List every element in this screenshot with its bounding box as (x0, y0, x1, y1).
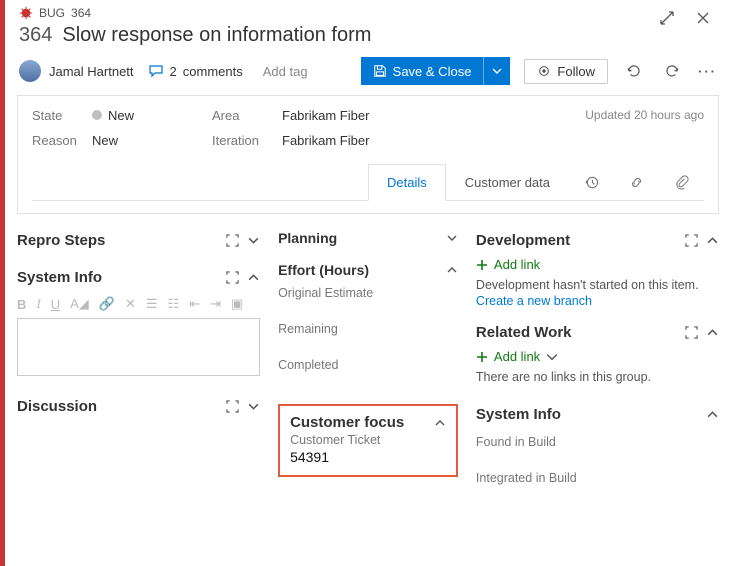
more-actions-button[interactable]: ··· (698, 64, 717, 79)
chevron-down-icon[interactable] (446, 232, 458, 244)
tab-history[interactable] (569, 164, 614, 200)
font-color-button[interactable]: A◢ (70, 296, 89, 312)
related-work-header[interactable]: Related Work (476, 320, 719, 345)
system-info-header[interactable]: System Info (17, 265, 260, 290)
comments-label: comments (183, 64, 243, 79)
breadcrumb: BUG 364 (17, 0, 719, 22)
undo-button[interactable] (660, 59, 684, 83)
work-item-id: 364 (19, 24, 52, 47)
chevron-down-icon[interactable] (247, 400, 260, 413)
close-icon[interactable] (691, 6, 715, 30)
bold-button[interactable]: B (17, 297, 26, 312)
chevron-up-icon[interactable] (247, 271, 260, 284)
chevron-up-icon[interactable] (434, 417, 446, 429)
related-add-link-button[interactable]: Add link (476, 345, 719, 368)
history-icon (584, 175, 599, 190)
remaining-field[interactable]: Remaining (278, 316, 458, 352)
tab-customer-data[interactable]: Customer data (446, 164, 569, 200)
area-label: Area (212, 108, 282, 123)
save-label: Save & Close (393, 64, 472, 79)
system-info-editor[interactable] (17, 318, 260, 376)
planning-header[interactable]: Planning (278, 228, 458, 248)
bug-icon (19, 6, 33, 20)
avatar (19, 60, 41, 82)
customer-ticket-value[interactable]: 54391 (290, 447, 446, 465)
customer-focus-header[interactable]: Customer focus (290, 412, 446, 433)
tab-details[interactable]: Details (368, 164, 446, 201)
integrated-in-build-field[interactable]: Integrated in Build (476, 463, 719, 499)
reason-value[interactable]: New (92, 133, 212, 148)
rich-text-toolbar: B I U A◢ 🔗 ✕ ☰ ☷ ⇤ ⇥ ▣ (17, 290, 260, 318)
link-icon (629, 175, 644, 190)
follow-button[interactable]: Follow (524, 59, 608, 84)
tab-links[interactable] (614, 164, 659, 200)
iteration-value[interactable]: Fabrikam Fiber (282, 133, 704, 148)
right-system-info-header[interactable]: System Info (476, 402, 719, 427)
discussion-header[interactable]: Discussion (17, 394, 260, 419)
assigned-to[interactable]: Jamal Hartnett (19, 60, 134, 82)
create-branch-link[interactable]: Create a new branch (476, 294, 719, 308)
assigned-to-name: Jamal Hartnett (49, 64, 134, 79)
outdent-button[interactable]: ⇤ (189, 296, 200, 312)
chevron-down-icon (546, 351, 558, 363)
italic-button[interactable]: I (36, 296, 40, 312)
reason-label: Reason (32, 133, 92, 148)
related-hint: There are no links in this group. (476, 368, 719, 386)
chevron-up-icon[interactable] (706, 408, 719, 421)
state-value[interactable]: New (92, 108, 212, 123)
save-icon (373, 64, 387, 78)
plus-icon (476, 259, 488, 271)
dev-hint: Development hasn't started on this item. (476, 276, 719, 294)
plus-icon (476, 351, 488, 363)
completed-field[interactable]: Completed (278, 352, 458, 388)
number-list-button[interactable]: ☷ (168, 296, 180, 312)
save-and-close-button[interactable]: Save & Close (361, 57, 511, 85)
breadcrumb-type: BUG (39, 6, 65, 20)
customer-focus-section: Customer focus Customer Ticket 54391 (278, 404, 458, 477)
expand-icon[interactable] (655, 6, 679, 30)
chevron-up-icon[interactable] (706, 326, 719, 339)
found-in-build-field[interactable]: Found in Build (476, 427, 719, 463)
tab-attachments[interactable] (659, 164, 704, 200)
underline-button[interactable]: U (51, 297, 60, 312)
updated-text: Updated 20 hours ago (585, 108, 704, 122)
follow-icon (537, 64, 551, 78)
clear-format-button[interactable]: ✕ (125, 296, 136, 312)
refresh-icon (626, 63, 642, 79)
chevron-up-icon[interactable] (706, 234, 719, 247)
maximize-icon[interactable] (226, 234, 239, 247)
customer-ticket-label: Customer Ticket (290, 433, 446, 447)
state-dot-icon (92, 110, 102, 120)
original-estimate-field[interactable]: Original Estimate (278, 280, 458, 316)
attachment-icon (674, 175, 689, 190)
comments-button[interactable]: 2 comments (148, 63, 243, 79)
effort-header[interactable]: Effort (Hours) (278, 260, 458, 280)
chevron-down-icon (492, 66, 502, 76)
work-item-title[interactable]: Slow response on information form (62, 24, 371, 47)
chevron-up-icon[interactable] (446, 264, 458, 276)
comments-count: 2 (170, 64, 177, 79)
follow-label: Follow (557, 64, 595, 79)
maximize-icon[interactable] (226, 271, 239, 284)
maximize-icon[interactable] (226, 400, 239, 413)
maximize-icon[interactable] (685, 326, 698, 339)
iteration-label: Iteration (212, 133, 282, 148)
link-button[interactable]: 🔗 (99, 296, 115, 312)
repro-steps-header[interactable]: Repro Steps (17, 228, 260, 253)
state-label: State (32, 108, 92, 123)
dev-add-link-button[interactable]: Add link (476, 253, 719, 276)
add-tag-button[interactable]: Add tag (257, 62, 314, 81)
page-title: 364 Slow response on information form (17, 22, 719, 55)
bullet-list-button[interactable]: ☰ (146, 296, 158, 312)
development-header[interactable]: Development (476, 228, 719, 253)
maximize-icon[interactable] (685, 234, 698, 247)
chevron-down-icon[interactable] (247, 234, 260, 247)
indent-button[interactable]: ⇥ (210, 296, 221, 312)
breadcrumb-id: 364 (71, 6, 91, 20)
save-dropdown[interactable] (483, 57, 510, 85)
image-button[interactable]: ▣ (231, 296, 243, 312)
undo-icon (664, 63, 680, 79)
refresh-button[interactable] (622, 59, 646, 83)
